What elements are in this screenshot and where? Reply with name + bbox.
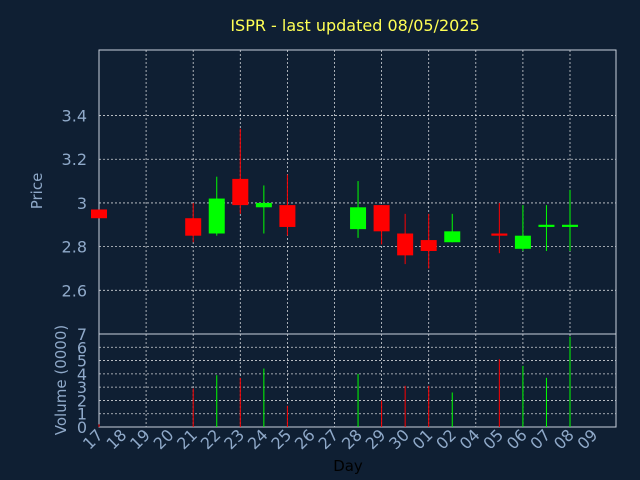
candle-body bbox=[208, 198, 225, 234]
candle-body bbox=[185, 218, 202, 236]
candle-body bbox=[373, 205, 390, 232]
plot-frames bbox=[98, 49, 617, 428]
candle-body bbox=[255, 202, 272, 208]
candle-body bbox=[491, 233, 508, 236]
x-axis-label: Day bbox=[333, 457, 363, 475]
price-tick-label: 3.2 bbox=[62, 150, 87, 169]
x-tick-label: 09 bbox=[574, 425, 602, 453]
candle-body bbox=[397, 233, 414, 256]
candle-body bbox=[538, 224, 555, 227]
volume-axis-label: Volume (0000) bbox=[52, 325, 70, 435]
price-axis-label: Price bbox=[28, 173, 46, 210]
grid bbox=[99, 50, 616, 427]
price-tick-label: 2.8 bbox=[62, 238, 87, 257]
volume-panel-frame bbox=[98, 333, 617, 428]
candle-body bbox=[444, 231, 461, 243]
price-tick-label: 2.6 bbox=[62, 281, 87, 300]
candle-body bbox=[514, 235, 531, 249]
tick-labels: 2.62.833.23.4012345671718192021222324252… bbox=[62, 107, 602, 454]
candle-body bbox=[279, 205, 296, 227]
price-tick-label: 3.4 bbox=[62, 107, 87, 126]
chart-title: ISPR - last updated 08/05/2025 bbox=[230, 16, 479, 35]
volume-tick-label: 7 bbox=[77, 325, 87, 344]
candle-body bbox=[232, 178, 249, 206]
candle-body bbox=[350, 207, 367, 230]
price-tick-label: 3 bbox=[77, 194, 87, 213]
candlestick-chart: ISPR - last updated 08/05/2025 2.6 2.8 3 3.… bbox=[28, 16, 617, 475]
price-panel-frame bbox=[98, 49, 617, 335]
candle-body bbox=[420, 240, 437, 251]
candle-body bbox=[91, 209, 107, 219]
candle-body bbox=[562, 224, 578, 227]
